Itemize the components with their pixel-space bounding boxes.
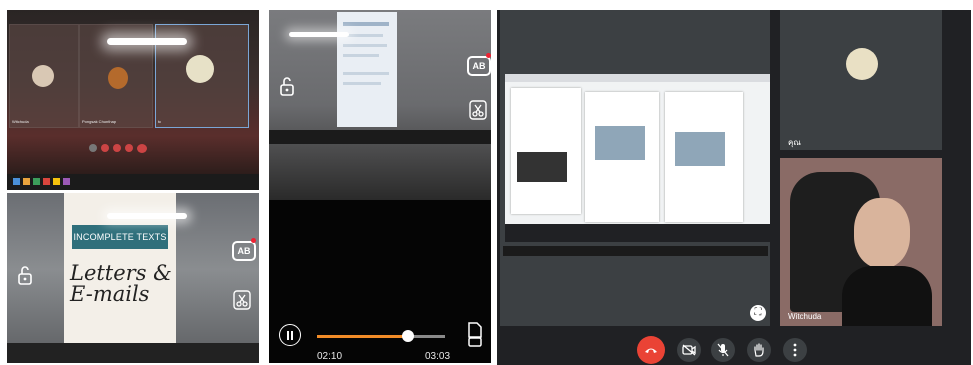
slide-handwritten-title: Letters & E-mails	[70, 261, 172, 306]
copy-icon[interactable]	[466, 321, 484, 347]
elapsed-time: 02:10	[317, 351, 343, 362]
chat-window	[511, 88, 581, 214]
taskbar	[7, 174, 259, 190]
participant-tile: คุณ	[780, 10, 942, 150]
more-vertical-icon	[793, 343, 797, 357]
hand-icon	[125, 144, 133, 152]
participant-tile: Witchuda	[780, 158, 942, 326]
taskbar	[269, 130, 491, 144]
meet-toolbar-shared	[505, 224, 770, 242]
camera-off-icon	[682, 344, 696, 356]
browser-tabs	[505, 74, 770, 82]
end-call-icon	[137, 144, 147, 153]
video-player: AB 02:10 03:03	[269, 10, 491, 363]
notification-dot	[251, 238, 256, 243]
translate-icon[interactable]: AB	[232, 241, 256, 261]
mic-off-icon	[717, 343, 729, 357]
light-reflection	[107, 38, 187, 45]
avatar	[108, 67, 128, 89]
shared-document	[337, 12, 397, 127]
app-icon	[13, 178, 20, 185]
app-icon	[33, 178, 40, 185]
avatar	[846, 48, 878, 80]
scissors-icon[interactable]	[469, 100, 487, 120]
app-icon	[23, 178, 30, 185]
avatar	[186, 55, 214, 83]
light-reflection	[289, 32, 349, 37]
present-icon	[113, 144, 121, 152]
translate-icon[interactable]: AB	[467, 56, 491, 76]
mic-icon	[89, 144, 97, 152]
notification-dot	[486, 53, 491, 58]
person-body	[842, 266, 932, 326]
app-icon	[43, 178, 50, 185]
avatar	[32, 65, 54, 87]
end-call-icon	[645, 348, 657, 353]
duration-time: 03:03	[425, 351, 451, 362]
person-face	[854, 198, 910, 268]
video-tile: Witchuda	[9, 24, 79, 128]
fullscreen-icon[interactable]: ⛶	[750, 305, 766, 321]
participant-name: Witchuda	[788, 312, 822, 321]
camera-off-button[interactable]	[677, 338, 701, 362]
shared-screen	[505, 74, 770, 242]
hand-icon	[754, 343, 764, 357]
video-frame	[269, 10, 491, 200]
progress-bar[interactable]	[317, 330, 445, 342]
slide-banner: INCOMPLETE TEXTS	[72, 225, 168, 249]
tile-name: Pongsak Chunthap	[82, 119, 117, 124]
pause-button[interactable]	[279, 324, 301, 346]
photo-laptop-meeting: Witchuda Pongsak Chunthap tc	[7, 10, 259, 190]
chat-window	[585, 92, 659, 222]
mic-off-button[interactable]	[711, 338, 735, 362]
end-call-button[interactable]	[637, 336, 665, 364]
progress-handle[interactable]	[401, 330, 414, 342]
chat-window	[665, 92, 743, 222]
progress-fill	[317, 335, 408, 338]
taskbar	[503, 246, 768, 256]
camera-icon	[101, 144, 109, 152]
tile-name: Witchuda	[12, 119, 29, 124]
tile-name: tc	[158, 119, 162, 124]
meet-window: ⛶ คุณ Witchuda	[497, 10, 971, 365]
participant-name: คุณ	[788, 138, 801, 147]
app-icon	[53, 178, 60, 185]
app-icon	[63, 178, 70, 185]
photo-slide: INCOMPLETE TEXTS Letters & E-mails AB	[7, 193, 259, 363]
pause-icon	[287, 330, 293, 340]
raise-hand-button[interactable]	[747, 338, 771, 362]
taskbar	[7, 343, 259, 363]
scissors-icon[interactable]	[233, 290, 251, 310]
light-reflection	[107, 213, 187, 219]
presentation-tile: ⛶	[500, 10, 770, 326]
more-options-button[interactable]	[783, 338, 807, 362]
unlock-icon[interactable]	[279, 76, 295, 96]
unlock-icon[interactable]	[17, 265, 33, 285]
